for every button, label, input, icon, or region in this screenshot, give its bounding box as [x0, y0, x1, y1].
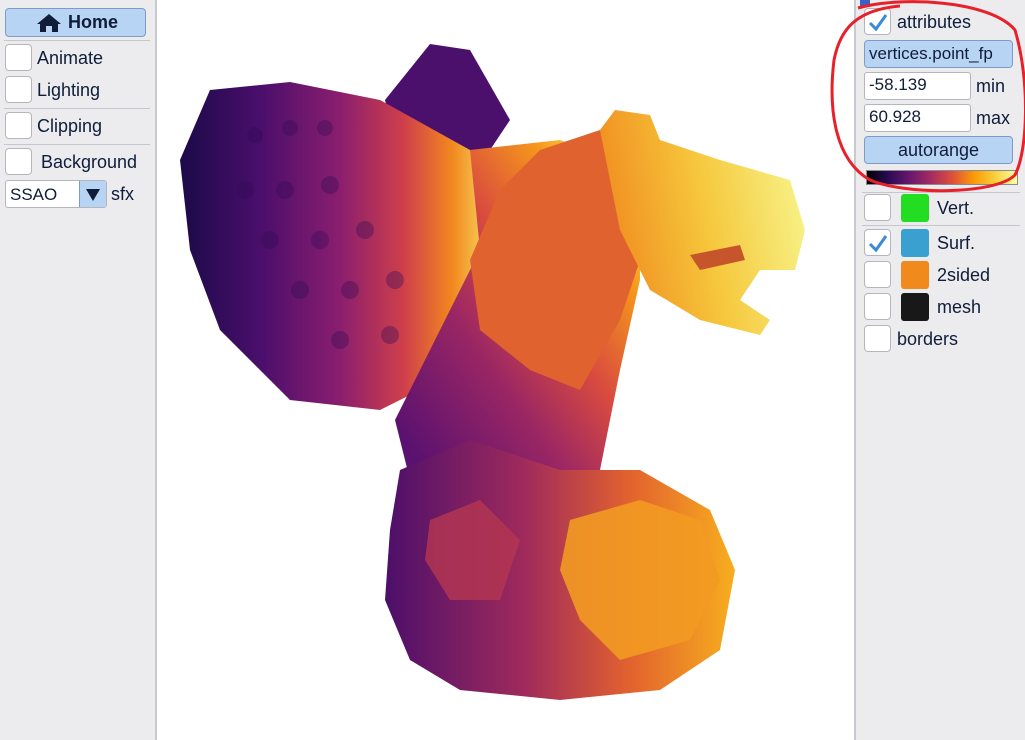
background-checkbox[interactable]: [5, 148, 32, 175]
attribute-name-field[interactable]: vertices.point_fp: [864, 40, 1013, 68]
surf-checkbox[interactable]: [864, 229, 891, 256]
vert-color-swatch[interactable]: [901, 194, 929, 222]
animate-label: Animate: [37, 48, 104, 68]
right-toolbar: attributes vertices.point_fp -58.139 min…: [854, 0, 1025, 740]
lighting-label: Lighting: [37, 80, 101, 100]
dropdown-arrow[interactable]: [79, 181, 106, 207]
left-toolbar: Home Animate Lighting Clipping Backgroun…: [0, 0, 157, 740]
mesh-label: mesh: [937, 297, 982, 317]
sfx-label: sfx: [111, 184, 135, 204]
2sided-label: 2sided: [937, 265, 991, 285]
home-button[interactable]: Home: [5, 8, 146, 37]
mesh-color-swatch[interactable]: [901, 293, 929, 321]
chevron-down-icon: [86, 189, 100, 201]
3d-viewport[interactable]: [157, 0, 853, 740]
colormap-bar: [866, 170, 1018, 185]
clipping-label: Clipping: [37, 116, 103, 136]
panel-accent: [860, 0, 870, 6]
mesh-checkbox[interactable]: [864, 293, 891, 320]
surf-color-swatch[interactable]: [901, 229, 929, 257]
home-label: Home: [68, 12, 119, 32]
vert-checkbox[interactable]: [864, 194, 891, 221]
2sided-color-swatch[interactable]: [901, 261, 929, 289]
borders-checkbox[interactable]: [864, 325, 891, 352]
sfx-select[interactable]: SSAO: [5, 180, 107, 208]
gargoyle-model: [180, 44, 805, 700]
checkmark-icon: [868, 235, 888, 253]
attribute-name: vertices.point_fp: [869, 44, 993, 63]
lighting-checkbox[interactable]: [5, 76, 32, 103]
attributes-checkbox[interactable]: [864, 8, 891, 35]
2sided-checkbox[interactable]: [864, 261, 891, 288]
home-icon: [37, 14, 61, 32]
max-label: max: [976, 108, 1011, 128]
checkmark-icon: [868, 14, 888, 32]
borders-label: borders: [897, 329, 959, 349]
max-input[interactable]: 60.928: [864, 104, 971, 132]
background-label: Background: [41, 152, 138, 172]
min-label: min: [976, 76, 1006, 96]
autorange-button[interactable]: autorange: [864, 136, 1013, 164]
animate-checkbox[interactable]: [5, 44, 32, 71]
sfx-select-value: SSAO: [10, 185, 58, 204]
surf-label: Surf.: [937, 233, 976, 253]
clipping-checkbox[interactable]: [5, 112, 32, 139]
autorange-label: autorange: [897, 140, 980, 160]
attributes-label: attributes: [897, 12, 972, 32]
min-input[interactable]: -58.139: [864, 72, 971, 100]
vert-label: Vert.: [937, 198, 975, 218]
